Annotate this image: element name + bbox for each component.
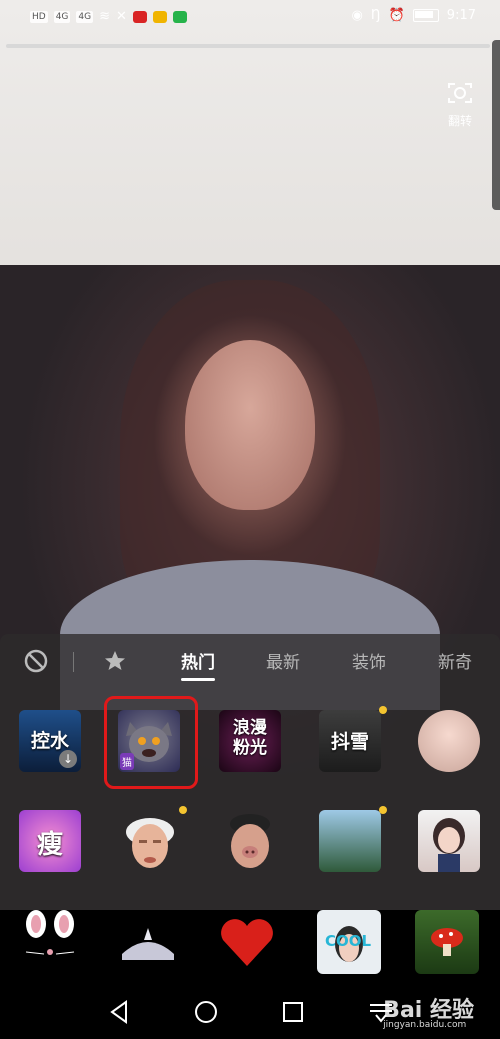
wifi-icon: ≋ — [99, 9, 111, 24]
tab-novelty[interactable]: 新奇 — [438, 648, 472, 673]
sticker-anime-girl[interactable] — [418, 810, 480, 872]
tiara-icon — [122, 928, 174, 960]
anime-girl-icon — [433, 818, 465, 872]
back-icon[interactable] — [104, 997, 134, 1027]
flip-label: 翻转 — [447, 114, 472, 128]
new-dot — [379, 706, 387, 714]
recents-icon[interactable] — [278, 997, 308, 1027]
background-wall — [0, 0, 500, 280]
status-bar: HD 4G 4G ≋ ✕ ◉ Ŋ ⏰ 9:17 — [0, 0, 500, 36]
flip-camera-button[interactable]: 翻转 — [438, 80, 482, 129]
battery-icon — [412, 9, 439, 22]
sticker-pig-face[interactable] — [219, 810, 281, 872]
old-man-face-icon — [126, 818, 174, 868]
video-app-icon — [132, 10, 147, 23]
sticker-tabs: 热门 最新 装饰 新奇 — [0, 634, 500, 686]
sticker-mirror-forest[interactable] — [319, 810, 381, 872]
mail-app-icon — [152, 10, 167, 23]
mushroom-sticker[interactable] — [415, 910, 479, 974]
no-sticker-icon[interactable] — [24, 649, 48, 673]
mushroom-icon — [431, 928, 463, 956]
new-dot — [179, 806, 187, 814]
top-divider — [6, 44, 490, 48]
new-dot — [379, 806, 387, 814]
sticker-label: 瘦 — [36, 830, 63, 860]
cool-glasses-sticker[interactable]: COOL — [317, 910, 381, 974]
4g-chip-2: 4G — [76, 10, 94, 23]
eye-icon: ◉ — [351, 8, 363, 23]
alarm-icon: ⏰ — [388, 8, 405, 23]
download-icon: ↓ — [59, 750, 77, 768]
hd-chip: HD — [30, 10, 48, 23]
sticker-water-control[interactable]: 控水 ↓ — [19, 710, 81, 772]
clock-time: 9:17 — [446, 8, 476, 23]
sticker-slim[interactable]: 瘦 — [19, 810, 81, 872]
portrait-face — [185, 340, 315, 510]
missed-call-icon: ✕ — [116, 9, 127, 24]
sticker-label: 抖雪 — [330, 731, 369, 753]
tiara-sticker[interactable] — [116, 910, 180, 974]
tab-latest[interactable]: 最新 — [266, 648, 300, 673]
sticker-old-face[interactable] — [119, 810, 181, 872]
sticker-shake-snow[interactable]: 抖雪 — [319, 710, 381, 772]
nfc-icon: Ŋ — [370, 8, 381, 23]
baidu-watermark: Bai 经验 jingyan.baidu.com — [383, 992, 474, 1030]
heart-sticker[interactable] — [215, 910, 279, 974]
tab-hot[interactable]: 热门 — [181, 648, 215, 681]
home-icon[interactable] — [191, 997, 221, 1027]
sticker-girl-portrait[interactable] — [418, 710, 480, 772]
sticker-label: 控水 — [30, 730, 69, 752]
screen-edge — [492, 40, 500, 210]
watermark-url: jingyan.baidu.com — [383, 1020, 467, 1030]
heart-icon — [221, 919, 273, 966]
sticker-panel: 热门 最新 装饰 新奇 控水 ↓ 猫 浪漫 粉光 抖雪 瘦 — [0, 634, 500, 910]
bottom-sticker-strip: COOL — [0, 910, 500, 982]
bunny-ears-icon — [25, 910, 75, 955]
bunny-ears-sticker[interactable] — [18, 910, 82, 974]
pig-face-icon — [230, 814, 270, 868]
4g-chip: 4G — [53, 10, 71, 23]
sticker-romantic-pink-light[interactable]: 浪漫 粉光 — [219, 710, 281, 772]
sticker-label: 浪漫 粉光 — [233, 718, 267, 758]
selected-sticker-highlight — [104, 696, 198, 789]
tab-separator — [73, 652, 74, 672]
flip-camera-icon — [448, 83, 472, 103]
favorites-star-icon[interactable] — [103, 649, 127, 673]
cool-label: COOL — [325, 932, 372, 950]
tab-decoration[interactable]: 装饰 — [352, 648, 386, 673]
message-app-icon — [172, 10, 187, 23]
